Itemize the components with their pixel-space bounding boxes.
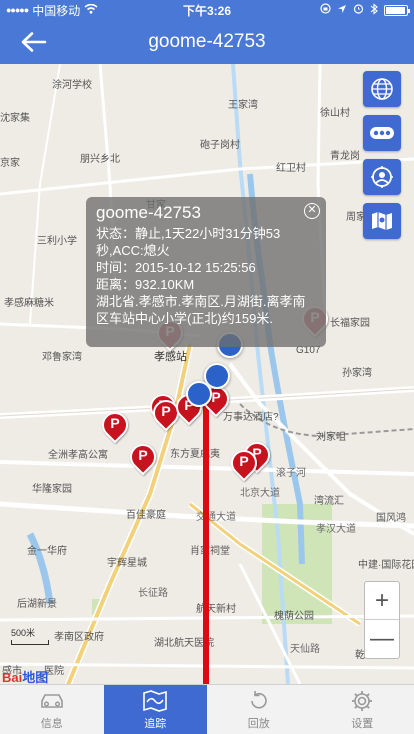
map-label: 长征路 [138,588,168,599]
map-label: 湾流汇 [314,496,344,507]
nav-bar: goome-42753 [0,20,414,64]
bluetooth-icon [370,2,378,18]
zoom-out-button[interactable]: — [365,620,399,658]
zoom-control: + — [364,581,400,659]
map-label: 肖家祠堂 [190,546,230,557]
traffic-button[interactable] [363,115,401,151]
popup-status: 状态：静止,1天22小时31分钟53秒,ACC:熄火 [96,226,281,258]
map-layer-button[interactable] [363,203,401,239]
settings-icon [352,690,373,711]
wifi-icon [84,3,98,17]
map-label: 长福家园 [330,318,370,329]
map-label: 宇辉星城 [107,558,147,569]
map-label: 涂河学校 [52,80,92,91]
alarm-icon [353,3,364,17]
map-label: 孝南区政府 [54,632,104,643]
map-label: 后湖新景 [17,599,57,610]
popup-title: goome-42753 [96,203,201,222]
arrow-left-icon [21,32,47,52]
tab-tracking[interactable]: 追踪 [103,685,207,734]
scale-label: 500米 [11,628,36,638]
map-label: 东方夏威夷 [170,449,220,460]
map-label: 徐山村 [320,108,350,119]
baidu-logo: Bai地图 [2,670,49,684]
globe-button[interactable] [363,71,401,107]
location-arrow-icon [337,3,347,17]
traffic-icon [370,127,394,139]
back-button[interactable] [18,27,50,57]
map-label: 沈家集 [0,113,30,124]
map-label: 万事达酒店? [223,412,279,423]
map-label: 邓鲁家湾 [42,352,82,363]
map-label: 中建·国际花园 [358,560,414,571]
map-label: 华隆家园 [32,484,72,495]
map-label: 孝感麻糖米 [4,298,54,309]
map-label: 王家湾 [228,100,258,111]
map-label: 砲子岗村 [200,140,240,151]
parking-pin[interactable]: P [124,438,162,476]
map-label: 国风鸿 [376,513,406,524]
parking-pin[interactable]: P [96,406,134,444]
tab-label: 回放 [247,717,270,730]
map-label: 孝汉大道 [316,524,356,535]
route-line [203,391,209,684]
tab-info[interactable]: 信息 [0,685,104,734]
parking-pin[interactable]: P [225,444,263,482]
status-bar: ●●●●● 中国移动 下午3:26 [0,0,414,20]
battery-icon [384,4,410,16]
map-label: 交通大道 [196,512,236,523]
popup-distance: 距离：932.10KM [96,277,195,292]
map-label: 天仙路 [290,644,320,655]
page-title: goome-42753 [148,31,266,52]
tab-bar: 信息 追踪 回放 设置 [0,684,414,734]
tab-playback[interactable]: 回放 [207,685,311,734]
map-label: 槐荫公园 [274,611,314,622]
popup-time: 时间：2015-10-12 15:25:56 [96,260,256,275]
status-time: 下午3:26 [182,3,232,18]
map-label: 滚子河 [276,468,306,479]
signal-icon: ●●●●● [6,5,29,15]
screen: ●●●●● 中国移动 下午3:26 goome-42753 涂河学校 徐山村 沈… [0,0,414,734]
popup-address: 湖北省.孝感市.孝南区.月湖街.离孝南区车站中心小学(正北)约159米. [96,294,306,326]
map-label: 百佳豪庭 [126,510,166,521]
tab-label: 信息 [40,717,63,730]
close-button[interactable]: ✕ [304,203,320,219]
my-location-button[interactable] [363,159,401,195]
map-label: 全洲孝高公寓 [48,450,108,461]
tab-label: 设置 [351,717,374,730]
map-label: 朋兴乡北 [80,154,120,165]
map-view[interactable]: 涂河学校 徐山村 沈家集 砲子岗村 红卫村 朋兴乡北 青龙岗 京家 三利小学 周… [0,64,414,684]
map-label: 京家 [0,158,20,169]
map-layer-icon [372,212,392,230]
vehicle-info-popup: goome-42753 状态：静止,1天22小时31分钟53秒,ACC:熄火 时… [86,197,326,347]
globe-icon [371,78,393,100]
map-label: 航天新村 [196,604,236,615]
map-label: 青龙岗 [330,151,360,162]
location-icon [371,166,393,188]
map-label: 北京大道 [240,488,280,499]
vehicle-marker[interactable] [186,381,212,407]
map-icon [143,689,168,712]
tab-label: 追踪 [144,717,167,730]
tab-settings[interactable]: 设置 [311,685,414,734]
map-label: 红卫村 [276,163,306,174]
zoom-in-button[interactable]: + [365,582,399,620]
replay-icon [250,690,267,709]
map-label: 孙家湾 [342,368,372,379]
map-scale: 500米 [11,626,49,645]
lock-rotation-icon [320,3,331,17]
carrier-label: 中国移动 [32,3,81,18]
close-icon: ✕ [307,204,317,216]
map-label: 三利小学 [37,236,77,247]
car-icon [40,693,63,708]
map-label: 刘家咀 [316,432,346,443]
map-label: 金一华府 [27,546,67,557]
